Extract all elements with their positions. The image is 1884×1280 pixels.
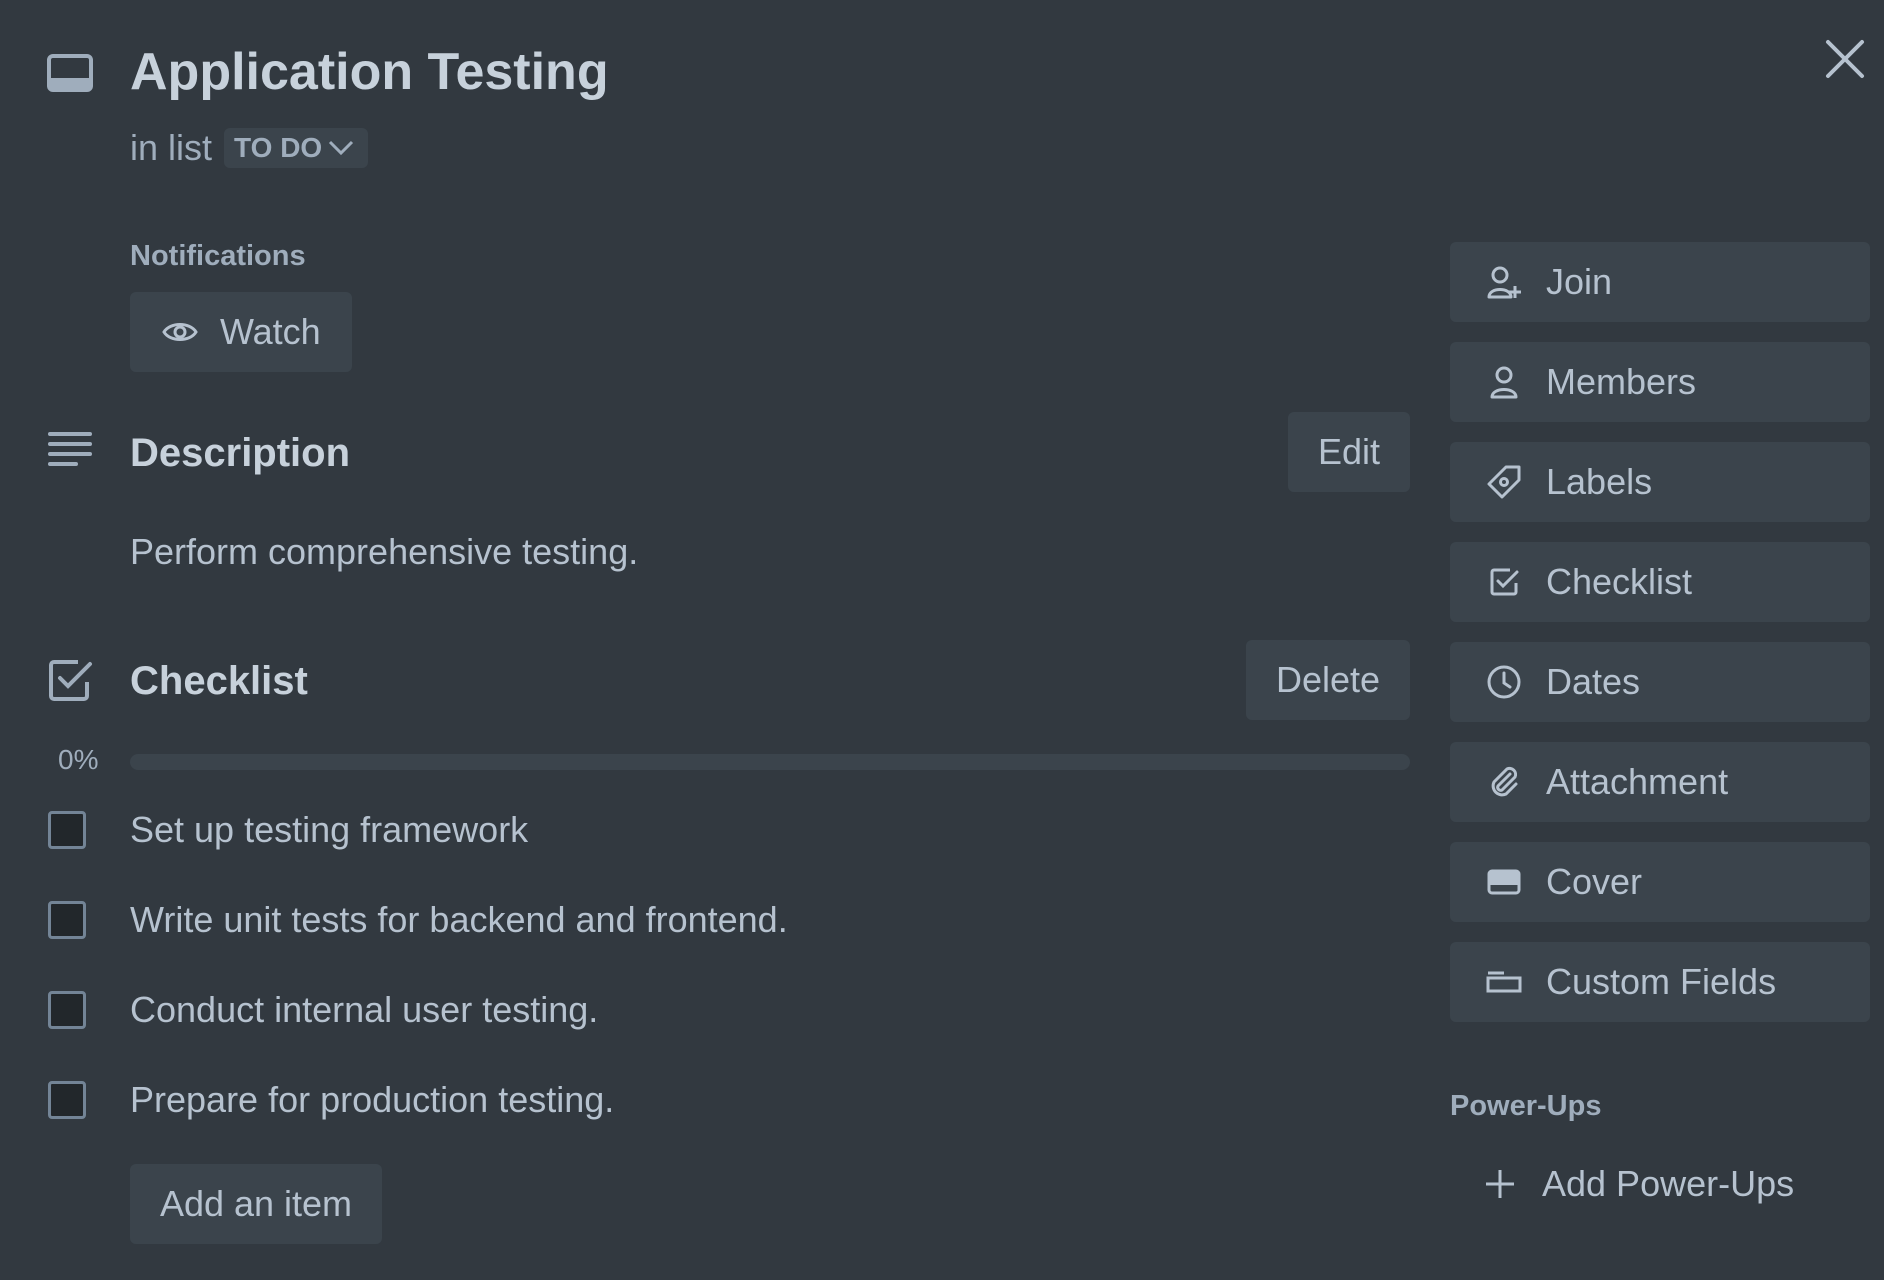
custom-field-icon: [1484, 962, 1524, 1002]
add-power-ups-button[interactable]: Add Power-Ups: [1480, 1154, 1794, 1214]
checklist-item: Write unit tests for backend and fronten…: [48, 890, 788, 950]
checklist-label: Checklist: [1546, 561, 1693, 602]
checkbox-icon: [1484, 562, 1524, 602]
checklist-item: Conduct internal user testing.: [48, 980, 598, 1040]
paperclip-icon: [1484, 762, 1524, 802]
custom-fields-label: Custom Fields: [1546, 961, 1777, 1002]
eye-icon: [162, 323, 198, 341]
delete-checklist-button[interactable]: Delete: [1246, 640, 1410, 720]
description-title: Description: [130, 431, 351, 475]
checklist-item-checkbox[interactable]: [48, 991, 86, 1029]
checklist-item: Prepare for production testing.: [48, 1070, 614, 1130]
cover-label: Cover: [1546, 861, 1643, 902]
chevron-down-icon: [329, 140, 354, 156]
person-icon: [1484, 362, 1524, 402]
tag-icon: [1484, 462, 1524, 502]
attachment-label: Attachment: [1546, 761, 1729, 802]
checklist-item-label[interactable]: Prepare for production testing.: [130, 1076, 614, 1124]
checklist-button[interactable]: Checklist: [1450, 542, 1870, 622]
watch-label: Watch: [220, 311, 321, 352]
add-member-icon: [1484, 262, 1524, 302]
description-text[interactable]: Perform comprehensive testing.: [130, 528, 638, 576]
join-button[interactable]: Join: [1450, 242, 1870, 322]
attachment-button[interactable]: Attachment: [1450, 742, 1870, 822]
checklist-item-checkbox[interactable]: [48, 901, 86, 939]
dates-button[interactable]: Dates: [1450, 642, 1870, 722]
checklist-item-label[interactable]: Set up testing framework: [130, 806, 528, 854]
checklist-progress-bar: [130, 754, 1410, 770]
dates-label: Dates: [1546, 661, 1641, 702]
watch-button[interactable]: Watch: [130, 292, 352, 372]
cover-button[interactable]: Cover: [1450, 842, 1870, 922]
description-icon: [48, 432, 92, 466]
checklist-item-checkbox[interactable]: [48, 811, 86, 849]
members-button[interactable]: Members: [1450, 342, 1870, 422]
edit-description-button[interactable]: Edit: [1288, 412, 1410, 492]
close-icon[interactable]: [1822, 36, 1868, 82]
card-title[interactable]: Application Testing: [130, 40, 609, 104]
checklist-icon: [49, 660, 92, 701]
add-power-ups-label: Add Power-Ups: [1542, 1163, 1795, 1204]
card-detail-window: Application Testing in list TO DO Notifi…: [0, 0, 1884, 1280]
checklist-item-label[interactable]: Conduct internal user testing.: [130, 986, 598, 1034]
members-label: Members: [1546, 361, 1697, 402]
join-label: Join: [1546, 261, 1613, 302]
checklist-item: Set up testing framework: [48, 800, 528, 860]
list-name: TO DO: [234, 132, 323, 163]
list-name-dropdown[interactable]: TO DO: [224, 128, 369, 168]
checklist-item-checkbox[interactable]: [48, 1081, 86, 1119]
plus-icon: [1480, 1164, 1520, 1204]
list-indicator: in list TO DO: [130, 124, 369, 172]
checklist-item-label[interactable]: Write unit tests for backend and fronten…: [130, 896, 788, 944]
notifications-label: Notifications: [130, 240, 306, 272]
cover-icon: [1484, 862, 1524, 902]
in-list-prefix: in list: [130, 127, 213, 168]
custom-fields-button[interactable]: Custom Fields: [1450, 942, 1870, 1022]
card-icon: [47, 54, 93, 92]
checklist-title[interactable]: Checklist: [130, 656, 308, 706]
labels-label: Labels: [1546, 461, 1653, 502]
power-ups-label: Power-Ups: [1450, 1090, 1602, 1122]
add-checklist-item-button[interactable]: Add an item: [130, 1164, 382, 1244]
labels-button[interactable]: Labels: [1450, 442, 1870, 522]
clock-icon: [1484, 662, 1524, 702]
checklist-progress-percent: 0%: [58, 744, 99, 775]
